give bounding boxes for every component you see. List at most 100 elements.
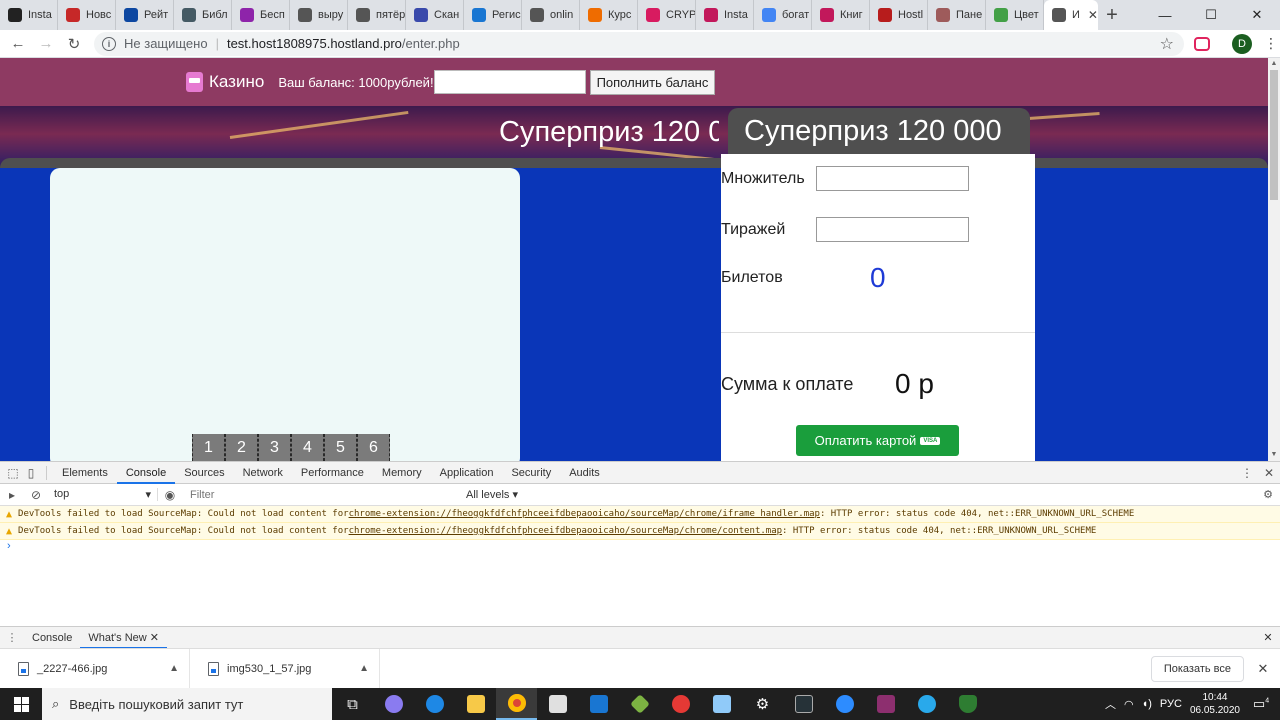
browser-tab[interactable]: Новс bbox=[58, 0, 116, 30]
scroll-up-icon[interactable]: ▲ bbox=[1268, 58, 1280, 70]
devtools-tab-memory[interactable]: Memory bbox=[373, 462, 431, 484]
devtools-tab-application[interactable]: Application bbox=[431, 462, 503, 484]
close-tab-icon[interactable]: ✕ bbox=[1088, 8, 1098, 22]
browser-tab[interactable]: Регис bbox=[464, 0, 522, 30]
close-drawer-tab-icon[interactable]: ✕ bbox=[150, 632, 159, 644]
profile-avatar[interactable]: D bbox=[1232, 33, 1252, 54]
multiplier-input[interactable] bbox=[816, 166, 969, 191]
start-button[interactable] bbox=[0, 688, 42, 720]
ticket-card[interactable] bbox=[50, 168, 520, 461]
console-prompt[interactable]: › bbox=[0, 540, 1280, 556]
context-selector[interactable]: top ▾ bbox=[48, 488, 158, 501]
devtools-tab-console[interactable]: Console bbox=[116, 462, 176, 484]
forward-arrow-icon[interactable]: → bbox=[32, 35, 60, 52]
pocket-extension-icon[interactable] bbox=[1194, 36, 1210, 51]
telegram-icon[interactable] bbox=[906, 688, 947, 720]
settings-icon[interactable]: ⚙ bbox=[742, 688, 783, 720]
browser-tab[interactable]: выру bbox=[290, 0, 348, 30]
maximize-button[interactable]: ☐ bbox=[1188, 0, 1234, 30]
clock[interactable]: 10:44 06.05.2020 bbox=[1190, 691, 1240, 717]
draws-input[interactable] bbox=[816, 217, 969, 242]
zoom-icon[interactable] bbox=[824, 688, 865, 720]
source-map-link[interactable]: chrome-extension://fheoggkfdfchfphceeifd… bbox=[349, 526, 782, 536]
ticket-number-tab[interactable]: 3 bbox=[258, 434, 291, 461]
ticket-number-tab[interactable]: 1 bbox=[192, 434, 225, 461]
store-icon[interactable] bbox=[537, 688, 578, 720]
browser-tab[interactable]: Insta bbox=[0, 0, 58, 30]
browser-tab[interactable]: Цвет bbox=[986, 0, 1044, 30]
new-tab-button[interactable]: + bbox=[1098, 0, 1126, 30]
volume-icon[interactable]: ◖) bbox=[1142, 698, 1152, 710]
active-tab[interactable]: И ✕ bbox=[1044, 0, 1098, 30]
network-icon[interactable]: ◠ bbox=[1124, 698, 1134, 711]
sidebar-toggle-icon[interactable]: ▸ bbox=[0, 488, 24, 502]
browser-tab[interactable]: Бесп bbox=[232, 0, 290, 30]
download-item[interactable]: _2227-466.jpg ▲ bbox=[0, 648, 190, 689]
chrome-icon[interactable] bbox=[496, 688, 537, 720]
edge-icon[interactable] bbox=[414, 688, 455, 720]
scroll-thumb[interactable] bbox=[1270, 70, 1278, 200]
ticket-number-tab[interactable]: 6 bbox=[357, 434, 390, 461]
reload-icon[interactable]: ↻ bbox=[60, 35, 88, 53]
pay-by-card-button[interactable]: Оплатить картой VISA bbox=[796, 425, 959, 456]
browser-tab[interactable]: onlin bbox=[522, 0, 580, 30]
bookmark-star-icon[interactable]: ☆ bbox=[1160, 34, 1174, 54]
browser-tab[interactable]: Скан bbox=[406, 0, 464, 30]
source-map-link[interactable]: chrome-extension://fheoggkfdfchfphceeifd… bbox=[349, 509, 820, 519]
gear-icon[interactable]: ⚙ bbox=[1256, 488, 1280, 501]
minimize-button[interactable]: — bbox=[1142, 0, 1188, 30]
browser-tab[interactable]: богат bbox=[754, 0, 812, 30]
download-item[interactable]: img530_1_57.jpg ▲ bbox=[190, 648, 380, 689]
close-window-button[interactable]: ✕ bbox=[1234, 0, 1280, 30]
mail-icon[interactable] bbox=[578, 688, 619, 720]
close-drawer-icon[interactable]: ✕ bbox=[1256, 631, 1280, 644]
notification-center-icon[interactable]: ▭4 bbox=[1248, 696, 1274, 712]
topup-button[interactable]: Пополнить баланс bbox=[589, 69, 716, 95]
browser-tab[interactable]: Hostl bbox=[870, 0, 928, 30]
opera-icon[interactable] bbox=[660, 688, 701, 720]
browser-tab[interactable]: Insta bbox=[696, 0, 754, 30]
drawer-menu-icon[interactable]: ⋮ bbox=[0, 631, 24, 644]
devtools-tab-network[interactable]: Network bbox=[234, 462, 292, 484]
notes-icon[interactable] bbox=[701, 688, 742, 720]
chevron-up-icon[interactable]: ▲ bbox=[359, 663, 369, 674]
address-bar[interactable]: i Не защищено | test.host1808975.hostlan… bbox=[94, 31, 1184, 56]
devtools-tab-security[interactable]: Security bbox=[502, 462, 560, 484]
devtools-tab-performance[interactable]: Performance bbox=[292, 462, 373, 484]
ticket-number-tab[interactable]: 2 bbox=[225, 434, 258, 461]
info-icon[interactable]: i bbox=[102, 36, 116, 51]
shield-icon[interactable] bbox=[947, 688, 988, 720]
drawer-tab-whats-new[interactable]: What's New ✕ bbox=[80, 627, 167, 649]
inspect-element-icon[interactable]: ⬚ bbox=[4, 466, 22, 480]
console-filter-input[interactable] bbox=[186, 486, 458, 503]
cortana-icon[interactable] bbox=[373, 688, 414, 720]
show-all-downloads-button[interactable]: Показать все bbox=[1150, 655, 1244, 682]
browser-menu-icon[interactable]: ⋮ bbox=[1262, 33, 1280, 55]
drawer-tab-console[interactable]: Console bbox=[24, 627, 80, 649]
close-shelf-icon[interactable]: ✕ bbox=[1252, 661, 1274, 677]
back-arrow-icon[interactable]: ← bbox=[4, 35, 32, 52]
browser-tab[interactable]: пятёр bbox=[348, 0, 406, 30]
ticket-number-tab[interactable]: 4 bbox=[291, 434, 324, 461]
app-icon[interactable] bbox=[619, 688, 660, 720]
clear-console-icon[interactable]: ⊘ bbox=[24, 488, 48, 502]
browser-tab[interactable]: Рейт bbox=[116, 0, 174, 30]
ticket-number-tab[interactable]: 5 bbox=[324, 434, 357, 461]
task-view-icon[interactable]: ⧉ bbox=[332, 688, 373, 720]
chevron-up-icon[interactable]: ︿ bbox=[1105, 696, 1116, 712]
devtools-tab-audits[interactable]: Audits bbox=[560, 462, 609, 484]
devtools-tab-elements[interactable]: Elements bbox=[53, 462, 117, 484]
more-options-icon[interactable]: ⋮ bbox=[1236, 466, 1258, 480]
topup-amount-input[interactable] bbox=[433, 70, 586, 94]
taskbar-search[interactable]: ⌕ Введіть пошуковий запит тут bbox=[42, 688, 332, 720]
archive-icon[interactable] bbox=[865, 688, 906, 720]
page-scrollbar[interactable]: ▲ ▼ bbox=[1268, 58, 1280, 461]
terminal-icon[interactable] bbox=[783, 688, 824, 720]
browser-tab[interactable]: CRYP bbox=[638, 0, 696, 30]
scroll-down-icon[interactable]: ▼ bbox=[1268, 449, 1280, 461]
browser-tab[interactable]: Книг bbox=[812, 0, 870, 30]
eye-icon[interactable]: ◉ bbox=[158, 488, 182, 502]
casino-logo[interactable]: Казино bbox=[186, 72, 264, 92]
log-levels-dropdown[interactable]: All levels ▾ bbox=[466, 488, 518, 501]
file-explorer-icon[interactable] bbox=[455, 688, 496, 720]
